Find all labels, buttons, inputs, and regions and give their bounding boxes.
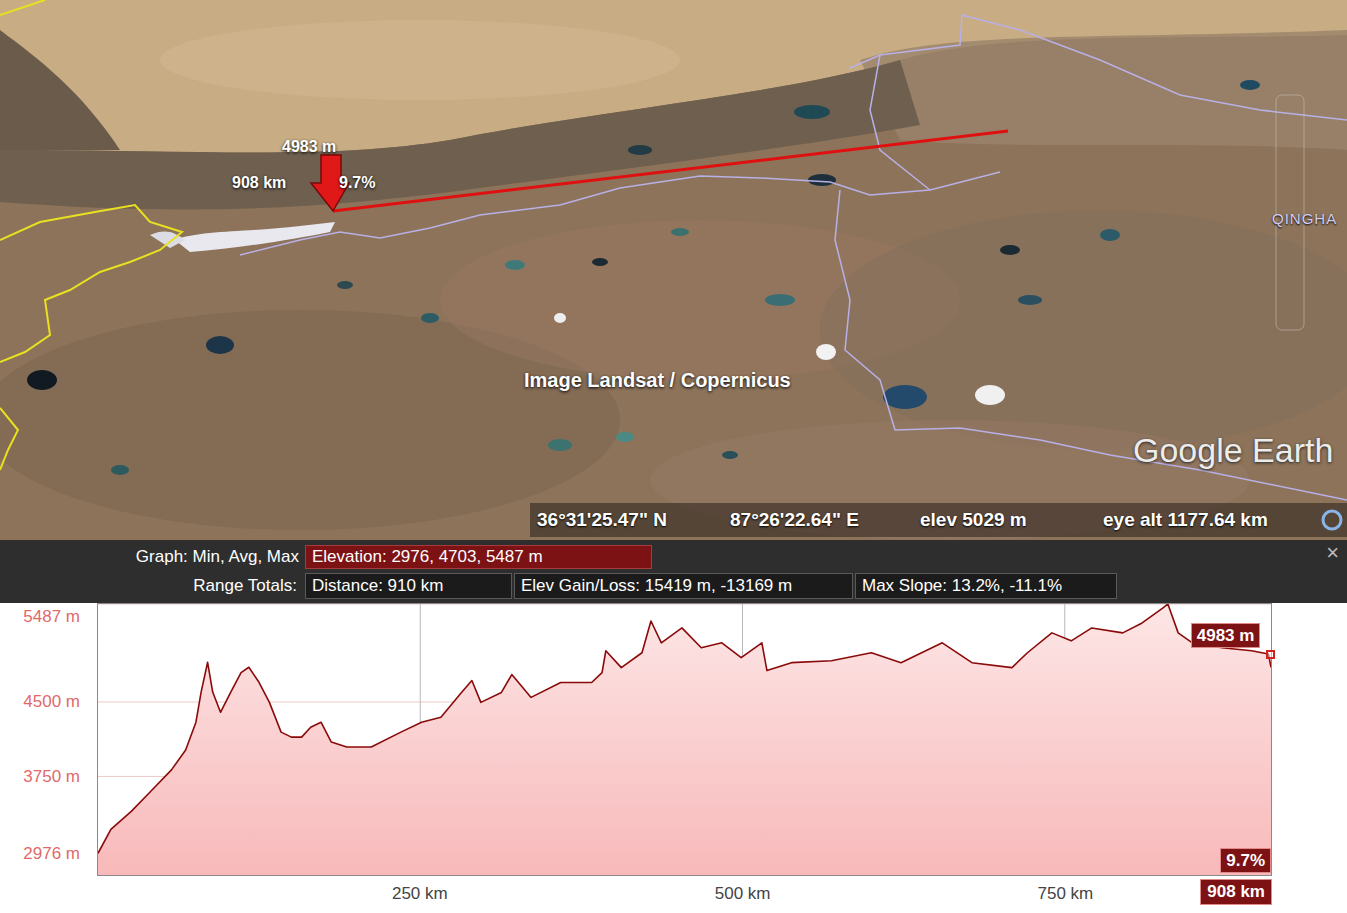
elevation-area [98,604,1271,875]
elevation-plot[interactable]: 4983 m 9.7% [97,603,1272,876]
cursor-slope-label: 9.7% [339,173,375,193]
loading-icon [1320,508,1344,532]
chart-area: 5487 m 4500 m 3750 m 2976 m 4983 m 9.7% [0,603,1347,876]
x-tick-label: 750 km [1038,882,1094,906]
horizontal-gridline [98,604,1271,605]
latitude: 36°31'25.47" N [537,506,730,535]
status-bar: 36°31'25.47" N 87°26'22.64" E elev 5029 … [530,503,1347,537]
range-total: Distance: 910 km [305,573,512,599]
range-total: Elev Gain/Loss: 15419 m, -13169 m [514,573,853,599]
elevation-summary[interactable]: Elevation: 2976, 4703, 5487 m [305,545,652,569]
longitude: 87°26'22.64" E [730,506,920,535]
y-axis: 5487 m 4500 m 3750 m 2976 m [0,603,97,876]
elevation-profile-panel: Graph: Min, Avg, Max Elevation: 2976, 47… [0,540,1347,913]
range-label: Range Totals: [0,573,303,599]
x-tick-label: 500 km [715,882,771,906]
y-tick-label: 4500 m [23,691,80,713]
profile-chart [98,604,1271,875]
y-tick-label: 2976 m [23,843,80,865]
profile-header: Graph: Min, Avg, Max Elevation: 2976, 47… [0,540,1347,603]
map-view[interactable]: 4983 m 908 km 9.7% QINGHA Image Landsat … [0,0,1347,540]
x-axis: 250 km 500 km 750 km 908 km [0,876,1347,913]
cursor-slope-badge: 9.7% [1220,848,1271,873]
elevation-readout: elev 5029 m [920,506,1103,535]
graph-label: Graph: Min, Avg, Max [0,545,305,569]
cursor-marker[interactable] [1266,650,1275,659]
elevation-line [98,604,1271,853]
range-total: Max Slope: 13.2%, -11.1% [855,573,1117,599]
google-earth-logo: Google Earth [1133,428,1333,472]
graph-row: Graph: Min, Avg, Max Elevation: 2976, 47… [0,545,1347,569]
x-tick-label: 250 km [392,882,448,906]
y-tick-label: 5487 m [23,606,80,628]
cursor-elevation-badge: 4983 m [1191,623,1261,648]
cursor-distance-label: 908 km [232,173,286,193]
imagery-credit: Image Landsat / Copernicus [524,367,791,393]
region-label: QINGHA [1272,209,1337,229]
close-button[interactable]: × [1326,541,1339,565]
range-totals-row: Range Totals: Distance: 910 kmElev Gain/… [0,573,1347,599]
eye-altitude: eye alt 1177.64 km [1103,506,1268,535]
cursor-distance-badge: 908 km [1200,879,1272,905]
cursor-elevation-label: 4983 m [282,137,336,157]
y-tick-label: 3750 m [23,766,80,788]
